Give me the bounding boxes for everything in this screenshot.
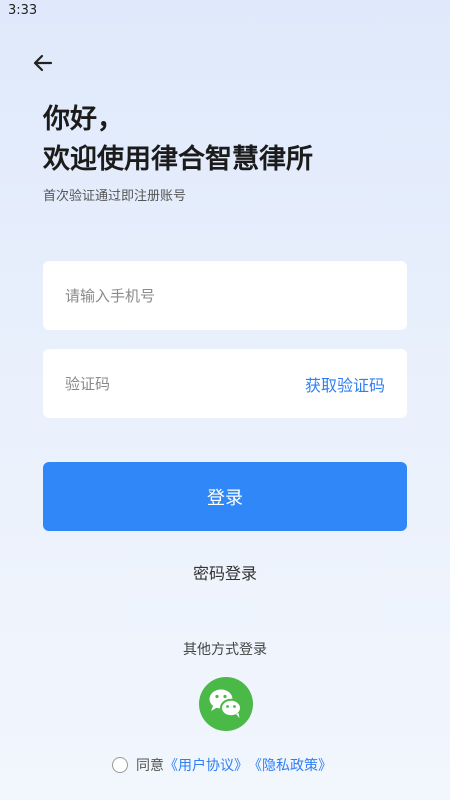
verification-code-input[interactable] [65, 374, 245, 393]
get-code-button[interactable]: 获取验证码 [305, 372, 385, 396]
agreement-checkbox[interactable] [112, 757, 128, 773]
wechat-icon [209, 689, 242, 718]
page-subtitle: 首次验证通过即注册账号 [43, 189, 187, 204]
other-login-methods-label: 其他方式登录 [183, 642, 267, 658]
wechat-login-button[interactable] [199, 677, 253, 731]
back-button[interactable] [30, 50, 56, 76]
phone-input[interactable] [65, 286, 385, 305]
agreement-row: 同意 《用户协议》 《隐私政策》 [112, 755, 332, 775]
title-greeting: 你好， [43, 104, 124, 135]
phone-field-container [43, 261, 407, 330]
agreement-prefix: 同意 [136, 758, 164, 774]
page-title: 你好， 欢迎使用律合智慧律所 [43, 100, 313, 180]
code-field-container: 获取验证码 [43, 349, 407, 418]
login-button[interactable]: 登录 [43, 462, 407, 531]
status-bar-time: 3:33 [8, 3, 38, 18]
user-agreement-link[interactable]: 《用户协议》 [164, 755, 248, 775]
title-welcome: 欢迎使用律合智慧律所 [43, 144, 313, 175]
back-arrow-icon [33, 54, 53, 72]
privacy-policy-link[interactable]: 《隐私政策》 [248, 755, 332, 775]
password-login-link[interactable]: 密码登录 [0, 560, 450, 584]
